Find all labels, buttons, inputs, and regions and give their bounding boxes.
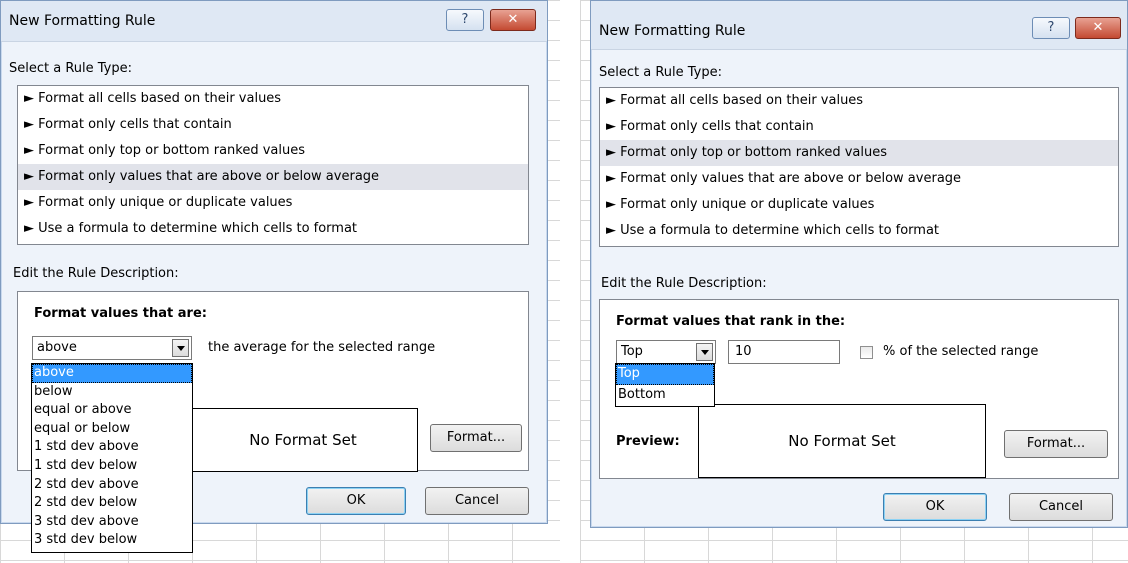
cancel-button[interactable]: Cancel <box>1009 493 1113 521</box>
combo-value: above <box>37 340 77 355</box>
dropdown-option[interactable]: 3 std dev above <box>32 513 192 532</box>
title-bar: New Formatting Rule ? ✕ <box>1 1 547 42</box>
top-bottom-dropdown-list[interactable]: Top Bottom <box>615 363 715 407</box>
dropdown-option[interactable]: 1 std dev below <box>32 457 192 476</box>
rule-type-item[interactable]: ► Format only cells that contain <box>18 112 528 138</box>
format-button[interactable]: Format... <box>430 424 522 452</box>
rule-type-item-selected[interactable]: ► Format only values that are above or b… <box>18 164 528 190</box>
format-button-label: Format... <box>1026 436 1086 451</box>
above-below-combo[interactable]: above <box>32 336 192 360</box>
preview-box: No Format Set <box>698 404 986 478</box>
format-values-label: Format values that rank in the: <box>616 314 846 329</box>
edit-rule-description-label: Edit the Rule Description: <box>13 266 179 281</box>
percent-label: % of the selected range <box>883 344 1039 359</box>
rule-type-item[interactable]: ► Format only unique or duplicate values <box>600 192 1118 218</box>
dropdown-option-selected[interactable]: above <box>32 364 192 383</box>
format-values-label: Format values that are: <box>34 306 207 321</box>
dropdown-option[interactable]: 2 std dev above <box>32 476 192 495</box>
help-button[interactable]: ? <box>446 9 484 31</box>
preview-text: No Format Set <box>249 431 357 449</box>
select-rule-type-label: Select a Rule Type: <box>9 61 133 76</box>
rule-type-list[interactable]: ► Format all cells based on their values… <box>599 87 1119 247</box>
rule-type-item[interactable]: ► Format all cells based on their values <box>600 88 1118 114</box>
rank-count-input[interactable]: 10 <box>728 340 840 364</box>
rule-type-list[interactable]: ► Format all cells based on their values… <box>17 85 529 245</box>
dropdown-option[interactable]: Bottom <box>616 385 714 406</box>
ok-button[interactable]: OK <box>306 487 406 515</box>
preview-label: Preview: <box>616 434 680 449</box>
preview-box: No Format Set <box>188 408 418 472</box>
dialog-title: New Formatting Rule <box>599 23 746 39</box>
rule-type-item-selected[interactable]: ► Format only top or bottom ranked value… <box>600 140 1118 166</box>
preview-text: No Format Set <box>788 432 896 450</box>
dropdown-option-selected[interactable]: Top <box>616 364 714 385</box>
dialog-title: New Formatting Rule <box>9 13 156 29</box>
edit-rule-description-label: Edit the Rule Description: <box>601 276 767 291</box>
dropdown-option[interactable]: 3 std dev below <box>32 531 192 550</box>
percent-checkbox[interactable] <box>860 346 873 359</box>
top-bottom-combo[interactable]: Top <box>616 340 716 364</box>
above-below-dropdown-list[interactable]: above below equal or above equal or belo… <box>31 363 193 553</box>
dropdown-option[interactable]: 1 std dev above <box>32 438 192 457</box>
average-suffix-text: the average for the selected range <box>208 340 436 355</box>
close-button[interactable]: ✕ <box>490 9 536 31</box>
title-bar: New Formatting Rule ? ✕ <box>591 1 1127 50</box>
format-button-label: Format... <box>446 430 506 445</box>
rule-type-item[interactable]: ► Use a formula to determine which cells… <box>600 218 1118 244</box>
dropdown-option[interactable]: equal or above <box>32 401 192 420</box>
cancel-button[interactable]: Cancel <box>425 487 529 515</box>
dropdown-option[interactable]: below <box>32 383 192 402</box>
dropdown-option[interactable]: 2 std dev below <box>32 494 192 513</box>
rule-type-item[interactable]: ► Format only values that are above or b… <box>600 166 1118 192</box>
chevron-down-icon[interactable] <box>696 343 713 361</box>
rule-type-item[interactable]: ► Use a formula to determine which cells… <box>18 216 528 242</box>
close-button[interactable]: ✕ <box>1075 17 1121 39</box>
rule-type-item[interactable]: ► Format only top or bottom ranked value… <box>18 138 528 164</box>
rule-type-item[interactable]: ► Format only unique or duplicate values <box>18 190 528 216</box>
new-formatting-rule-dialog-top-bottom: New Formatting Rule ? ✕ Select a Rule Ty… <box>590 0 1128 528</box>
combo-value: Top <box>621 344 643 359</box>
select-rule-type-label: Select a Rule Type: <box>599 65 723 80</box>
dropdown-option[interactable]: equal or below <box>32 420 192 439</box>
ok-button[interactable]: OK <box>883 493 987 521</box>
help-button[interactable]: ? <box>1032 17 1070 39</box>
chevron-down-icon[interactable] <box>172 339 189 357</box>
new-formatting-rule-dialog-average: New Formatting Rule ? ✕ Select a Rule Ty… <box>0 0 548 553</box>
format-button[interactable]: Format... <box>1004 430 1108 458</box>
rule-type-item[interactable]: ► Format all cells based on their values <box>18 86 528 112</box>
rule-type-item[interactable]: ► Format only cells that contain <box>600 114 1118 140</box>
